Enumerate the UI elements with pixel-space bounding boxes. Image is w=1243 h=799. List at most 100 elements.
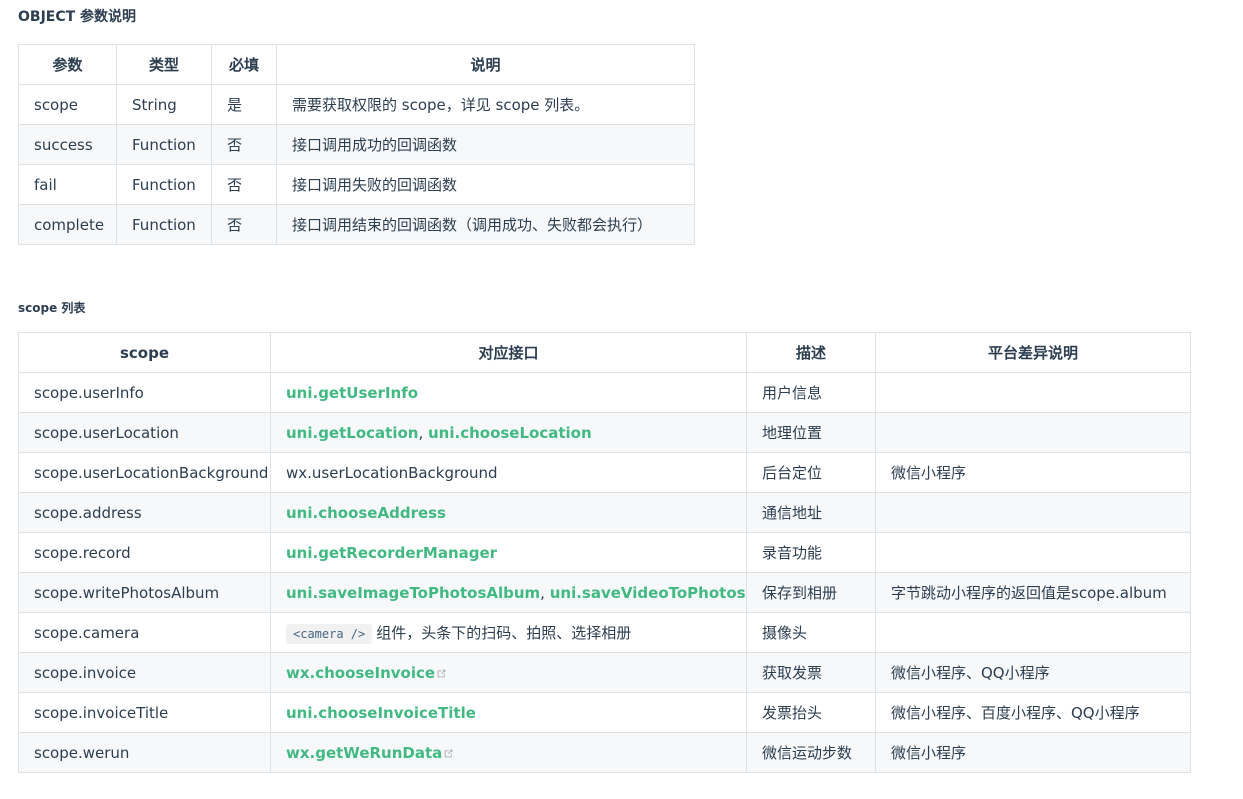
table-row: fail Function 否 接口调用失败的回调函数 [18,164,695,205]
table-row: scope.invoice wx.chooseInvoice 获取发票 微信小程… [18,652,1191,693]
param-type: String [116,84,212,125]
api-link[interactable]: uni.getUserInfo [286,384,418,402]
param-required: 是 [211,84,277,125]
scope-description: 用户信息 [746,372,876,413]
param-name: scope [18,84,117,125]
scope-name: scope.writePhotosAlbum [18,572,271,613]
header-scope: scope [18,332,271,373]
table-row: scope.userLocation uni.getLocation, uni.… [18,412,1191,453]
table-row: scope.writePhotosAlbum uni.saveImageToPh… [18,572,1191,613]
platform-note [875,612,1191,653]
api-cell: <camera /> 组件，头条下的扫码、拍照、选择相册 [270,612,747,653]
external-link-icon [437,669,446,677]
param-required: 否 [211,204,277,245]
api-link[interactable]: wx.getWeRunData [286,744,454,762]
table-header-row: 参数 类型 必填 说明 [18,44,695,85]
object-params-table: 参数 类型 必填 说明 scope String 是 需要获取权限的 scope… [18,44,695,245]
scope-description: 录音功能 [746,532,876,573]
param-type: Function [116,204,212,245]
platform-note: 微信小程序 [875,452,1191,493]
param-description: 需要获取权限的 scope，详见 scope 列表。 [276,84,695,125]
object-params-heading: OBJECT 参数说明 [18,9,137,25]
scope-description: 后台定位 [746,452,876,493]
scope-name: scope.address [18,492,271,533]
api-cell: uni.getLocation, uni.chooseLocation [270,412,747,453]
scope-description: 获取发票 [746,652,876,693]
scope-description: 保存到相册 [746,572,876,613]
platform-note: 字节跳动小程序的返回值是scope.album [875,572,1191,613]
table-row: scope.userLocationBackground wx.userLoca… [18,452,1191,493]
platform-note: 微信小程序 [875,732,1191,773]
scope-name: scope.werun [18,732,271,773]
api-cell: wx.getWeRunData [270,732,747,773]
scope-name: scope.camera [18,612,271,653]
api-cell: uni.saveImageToPhotosAlbum, uni.saveVide… [270,572,747,613]
separator: , [540,583,550,602]
scope-description: 微信运动步数 [746,732,876,773]
header-type: 类型 [116,44,212,85]
api-link[interactable]: wx.chooseInvoice [286,664,447,682]
param-required: 否 [211,164,277,205]
api-cell: uni.getRecorderManager [270,532,747,573]
scope-list-heading: scope 列表 [18,301,86,315]
scope-list-table: scope 对应接口 描述 平台差异说明 scope.userInfo uni.… [18,332,1191,773]
api-link[interactable]: uni.saveVideoToPhotosAlbum [550,584,746,602]
table-row: scope String 是 需要获取权限的 scope，详见 scope 列表… [18,84,695,125]
scope-name: scope.invoiceTitle [18,692,271,733]
param-type: Function [116,164,212,205]
api-note: 组件，头条下的扫码、拍照、选择相册 [376,623,632,642]
header-api: 对应接口 [270,332,747,373]
platform-note [875,372,1191,413]
scope-description: 地理位置 [746,412,876,453]
header-required: 必填 [211,44,277,85]
platform-note [875,492,1191,533]
scope-name: scope.userInfo [18,372,271,413]
header-description: 说明 [276,44,695,85]
scope-description: 通信地址 [746,492,876,533]
api-cell: wx.userLocationBackground [270,452,747,493]
param-name: complete [18,204,117,245]
param-name: success [18,124,117,165]
table-row: success Function 否 接口调用成功的回调函数 [18,124,695,165]
api-link[interactable]: uni.chooseInvoiceTitle [286,704,476,722]
api-link[interactable]: uni.saveImageToPhotosAlbum [286,584,540,602]
table-row: scope.invoiceTitle uni.chooseInvoiceTitl… [18,692,1191,733]
param-required: 否 [211,124,277,165]
header-param: 参数 [18,44,117,85]
api-cell: uni.getUserInfo [270,372,747,413]
scope-description: 摄像头 [746,612,876,653]
table-row: complete Function 否 接口调用结束的回调函数（调用成功、失败都… [18,204,695,245]
platform-note [875,532,1191,573]
param-name: fail [18,164,117,205]
camera-component-code: <camera /> [286,623,373,644]
api-link-text: wx.chooseInvoice [286,663,436,682]
header-description: 描述 [746,332,876,373]
external-link-icon [444,749,453,757]
table-row: scope.record uni.getRecorderManager 录音功能 [18,532,1191,573]
platform-note: 微信小程序、QQ小程序 [875,652,1191,693]
scope-name: scope.userLocation [18,412,271,453]
table-row: scope.camera <camera /> 组件，头条下的扫码、拍照、选择相册… [18,612,1191,653]
platform-note [875,412,1191,453]
api-link[interactable]: uni.getRecorderManager [286,544,497,562]
param-type: Function [116,124,212,165]
api-link[interactable]: uni.chooseAddress [286,504,446,522]
scope-description: 发票抬头 [746,692,876,733]
param-description: 接口调用成功的回调函数 [276,124,695,165]
platform-note: 微信小程序、百度小程序、QQ小程序 [875,692,1191,733]
api-cell: uni.chooseAddress [270,492,747,533]
scope-name: scope.invoice [18,652,271,693]
table-row: scope.werun wx.getWeRunData 微信运动步数 微信小程序 [18,732,1191,773]
scope-name: scope.userLocationBackground [18,452,271,493]
header-platform: 平台差异说明 [875,332,1191,373]
api-link[interactable]: uni.getLocation [286,424,418,442]
scope-name: scope.record [18,532,271,573]
param-description: 接口调用结束的回调函数（调用成功、失败都会执行） [276,204,695,245]
api-cell: wx.chooseInvoice [270,652,747,693]
api-cell: uni.chooseInvoiceTitle [270,692,747,733]
api-link[interactable]: uni.chooseLocation [428,424,592,442]
separator: , [418,423,428,442]
table-header-row: scope 对应接口 描述 平台差异说明 [18,332,1191,373]
param-description: 接口调用失败的回调函数 [276,164,695,205]
table-row: scope.userInfo uni.getUserInfo 用户信息 [18,372,1191,413]
